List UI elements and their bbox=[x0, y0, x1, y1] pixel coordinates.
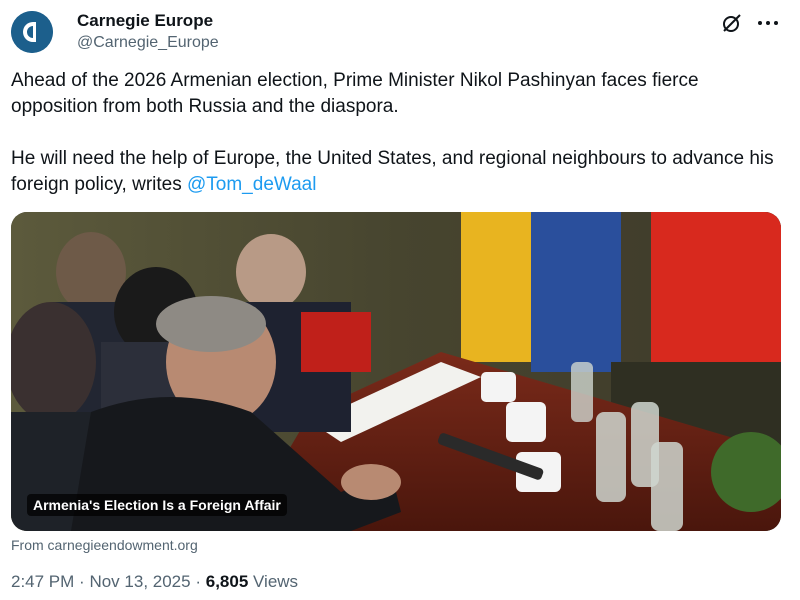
avatar[interactable] bbox=[11, 11, 53, 53]
post-time[interactable]: 2:47 PM bbox=[11, 572, 74, 591]
account-handle[interactable]: @Carnegie_Europe bbox=[77, 34, 219, 52]
post-meta: 2:47 PM · Nov 13, 2025 · 6,805 Views bbox=[11, 572, 298, 592]
post-paragraph-2: He will need the help of Europe, the Uni… bbox=[11, 146, 781, 198]
post-paragraph-1: Ahead of the 2026 Armenian election, Pri… bbox=[11, 70, 699, 117]
card-title: Armenia's Election Is a Foreign Affair bbox=[27, 494, 287, 516]
meta-separator: · bbox=[79, 572, 85, 591]
more-icon[interactable] bbox=[755, 11, 781, 35]
grok-icon[interactable] bbox=[720, 11, 744, 35]
account-name[interactable]: Carnegie Europe bbox=[77, 11, 213, 31]
post-date[interactable]: Nov 13, 2025 bbox=[89, 572, 190, 591]
author-mention-link[interactable]: @Tom_deWaal bbox=[187, 174, 316, 195]
carnegie-logo-icon bbox=[11, 11, 53, 53]
meta-separator: · bbox=[195, 572, 201, 591]
link-card[interactable]: Armenia's Election Is a Foreign Affair bbox=[11, 212, 781, 531]
article-photo bbox=[11, 212, 781, 531]
views-count: 6,805 bbox=[205, 572, 249, 591]
post-paragraph-2-text: He will need the help of Europe, the Uni… bbox=[11, 148, 774, 195]
views-label: Views bbox=[253, 572, 299, 591]
card-source-link[interactable]: From carnegieendowment.org bbox=[11, 537, 198, 553]
